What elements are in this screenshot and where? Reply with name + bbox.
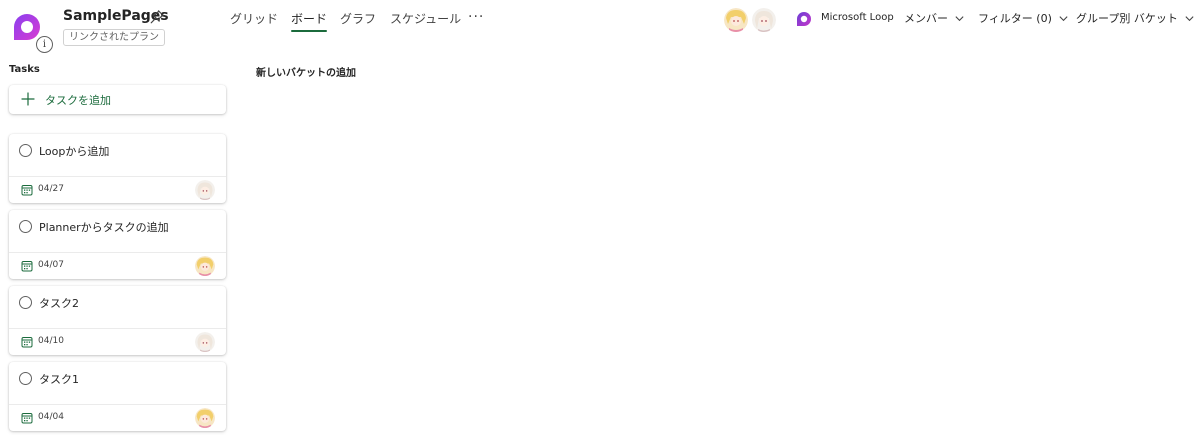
members-label: メンバー (904, 12, 948, 25)
add-task-label: タスクを追加 (45, 94, 111, 107)
linked-plan-tag: リンクされたプラン (63, 29, 165, 46)
blonde-avatar-icon (195, 256, 215, 276)
microsoft-loop-link[interactable]: Microsoft Loop (821, 12, 894, 23)
calendar-icon (21, 337, 33, 348)
plus-icon (21, 92, 35, 106)
members-button[interactable]: メンバー (904, 10, 965, 26)
light-hair-avatar-icon (752, 8, 776, 32)
calendar-icon (21, 185, 33, 196)
tab-chart[interactable]: グラフ (340, 10, 376, 32)
task-title: タスク1 (39, 373, 79, 386)
assignee-avatar[interactable] (195, 180, 215, 200)
due-date: 04/10 (38, 336, 64, 346)
assignee-avatar[interactable] (195, 332, 215, 352)
task-card[interactable]: Plannerからタスクの追加 04/07 (9, 210, 226, 279)
task-title: Plannerからタスクの追加 (39, 221, 169, 234)
tab-grid[interactable]: グリッド (230, 10, 278, 32)
planner-board-page: i SamplePages リンクされたプラン グリッド ボード グラフ スケジ… (0, 0, 1200, 435)
task-card[interactable]: タスク1 04/04 (9, 362, 226, 431)
pin-icon[interactable] (149, 9, 165, 25)
task-card[interactable]: Loopから追加 04/27 (9, 134, 226, 203)
complete-task-checkbox[interactable] (19, 372, 32, 385)
card-divider (9, 252, 226, 253)
filter-label: フィルター (0) (978, 12, 1052, 25)
header: i SamplePages リンクされたプラン グリッド ボード グラフ スケジ… (0, 0, 1200, 56)
card-divider (9, 176, 226, 177)
blonde-avatar-icon (195, 408, 215, 428)
due-date: 04/07 (38, 260, 64, 270)
member-avatar-2[interactable] (752, 8, 776, 32)
tab-board[interactable]: ボード (291, 10, 328, 32)
add-new-bucket-button[interactable]: 新しいバケットの追加 (256, 64, 356, 79)
group-by-label: グループ別 バケット (1076, 12, 1178, 25)
member-avatar-1[interactable] (724, 8, 748, 32)
more-tabs-icon[interactable]: ··· (468, 9, 484, 25)
complete-task-checkbox[interactable] (19, 220, 32, 233)
bucket-title[interactable]: Tasks (9, 64, 40, 75)
complete-task-checkbox[interactable] (19, 296, 32, 309)
light-hair-avatar-icon (195, 332, 215, 352)
add-task-button[interactable]: タスクを追加 (9, 85, 226, 114)
complete-task-checkbox[interactable] (19, 144, 32, 157)
card-divider (9, 328, 226, 329)
calendar-icon (21, 261, 33, 272)
due-date: 04/27 (38, 184, 64, 194)
light-hair-avatar-icon (195, 180, 215, 200)
chevron-down-icon (1185, 15, 1194, 21)
plan-info-icon[interactable]: i (36, 36, 53, 53)
assignee-avatar[interactable] (195, 408, 215, 428)
chevron-down-icon (955, 15, 964, 21)
blonde-avatar-icon (724, 8, 748, 32)
calendar-icon (21, 413, 33, 424)
due-date: 04/04 (38, 412, 64, 422)
group-by-button[interactable]: グループ別 バケット (1076, 10, 1195, 26)
task-card[interactable]: タスク2 04/10 (9, 286, 226, 355)
task-title: Loopから追加 (39, 145, 110, 158)
microsoft-loop-icon (797, 12, 811, 26)
tab-schedule[interactable]: スケジュール (390, 10, 461, 32)
assignee-avatar[interactable] (195, 256, 215, 276)
filter-button[interactable]: フィルター (0) (978, 10, 1069, 26)
chevron-down-icon (1059, 15, 1068, 21)
card-divider (9, 404, 226, 405)
task-title: タスク2 (39, 297, 79, 310)
